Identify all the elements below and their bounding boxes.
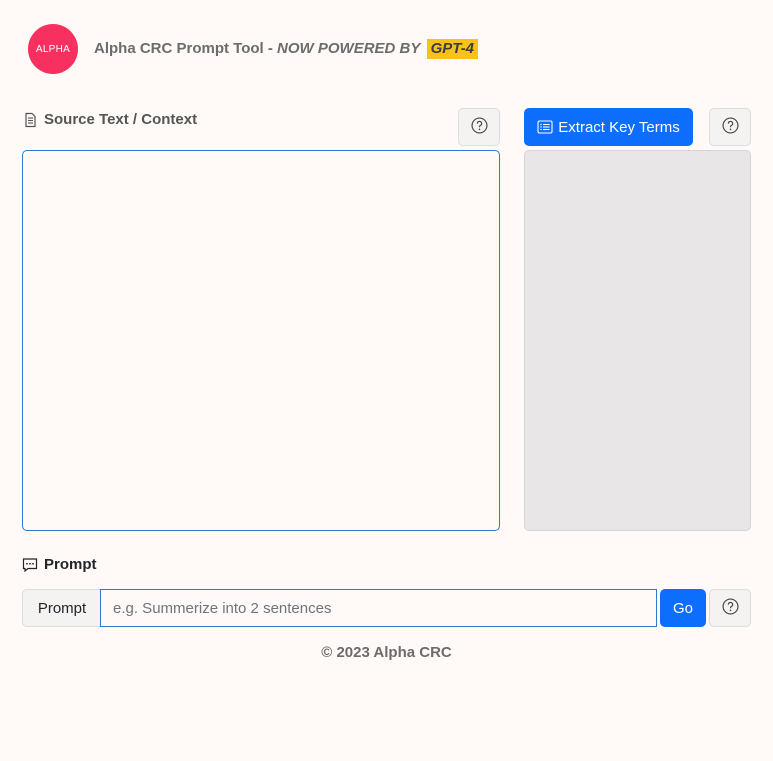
alpha-logo: ALPHA	[28, 24, 78, 74]
powered-by-text: NOW POWERED BY	[277, 40, 421, 57]
key-terms-panel	[524, 150, 751, 531]
prompt-help-button[interactable]	[709, 589, 751, 627]
page: ALPHA Alpha CRC Prompt Tool - NOW POWERE…	[0, 0, 773, 761]
gpt4-badge: GPT-4	[426, 39, 478, 59]
question-circle-icon	[721, 598, 739, 618]
source-text-textarea[interactable]	[22, 150, 500, 531]
extract-key-terms-button[interactable]: Extract Key Terms	[524, 108, 693, 146]
key-terms-help-button[interactable]	[709, 108, 751, 146]
app-title-text: Alpha CRC Prompt Tool -	[94, 40, 278, 57]
prompt-addon-text: Prompt	[37, 599, 87, 617]
extract-key-terms-label: Extract Key Terms	[558, 118, 680, 136]
source-help-button[interactable]	[458, 108, 500, 146]
list-icon	[537, 119, 553, 135]
logo-text: ALPHA	[35, 43, 71, 55]
question-circle-icon	[470, 117, 488, 137]
chat-dots-icon	[22, 557, 38, 573]
prompt-section-label: Prompt	[22, 556, 97, 573]
document-icon	[22, 112, 38, 128]
source-label-text: Source Text / Context	[44, 111, 198, 128]
footer-copyright: © 2023 Alpha CRC	[321, 644, 452, 661]
source-text-label: Source Text / Context	[22, 111, 197, 128]
prompt-input-addon: Prompt	[22, 589, 101, 627]
app-title: Alpha CRC Prompt Tool - NOW POWERED BY G…	[94, 38, 478, 60]
prompt-section-label-text: Prompt	[44, 556, 97, 573]
go-button[interactable]: Go	[660, 589, 706, 627]
question-circle-icon	[721, 117, 739, 137]
prompt-input[interactable]	[100, 589, 657, 627]
